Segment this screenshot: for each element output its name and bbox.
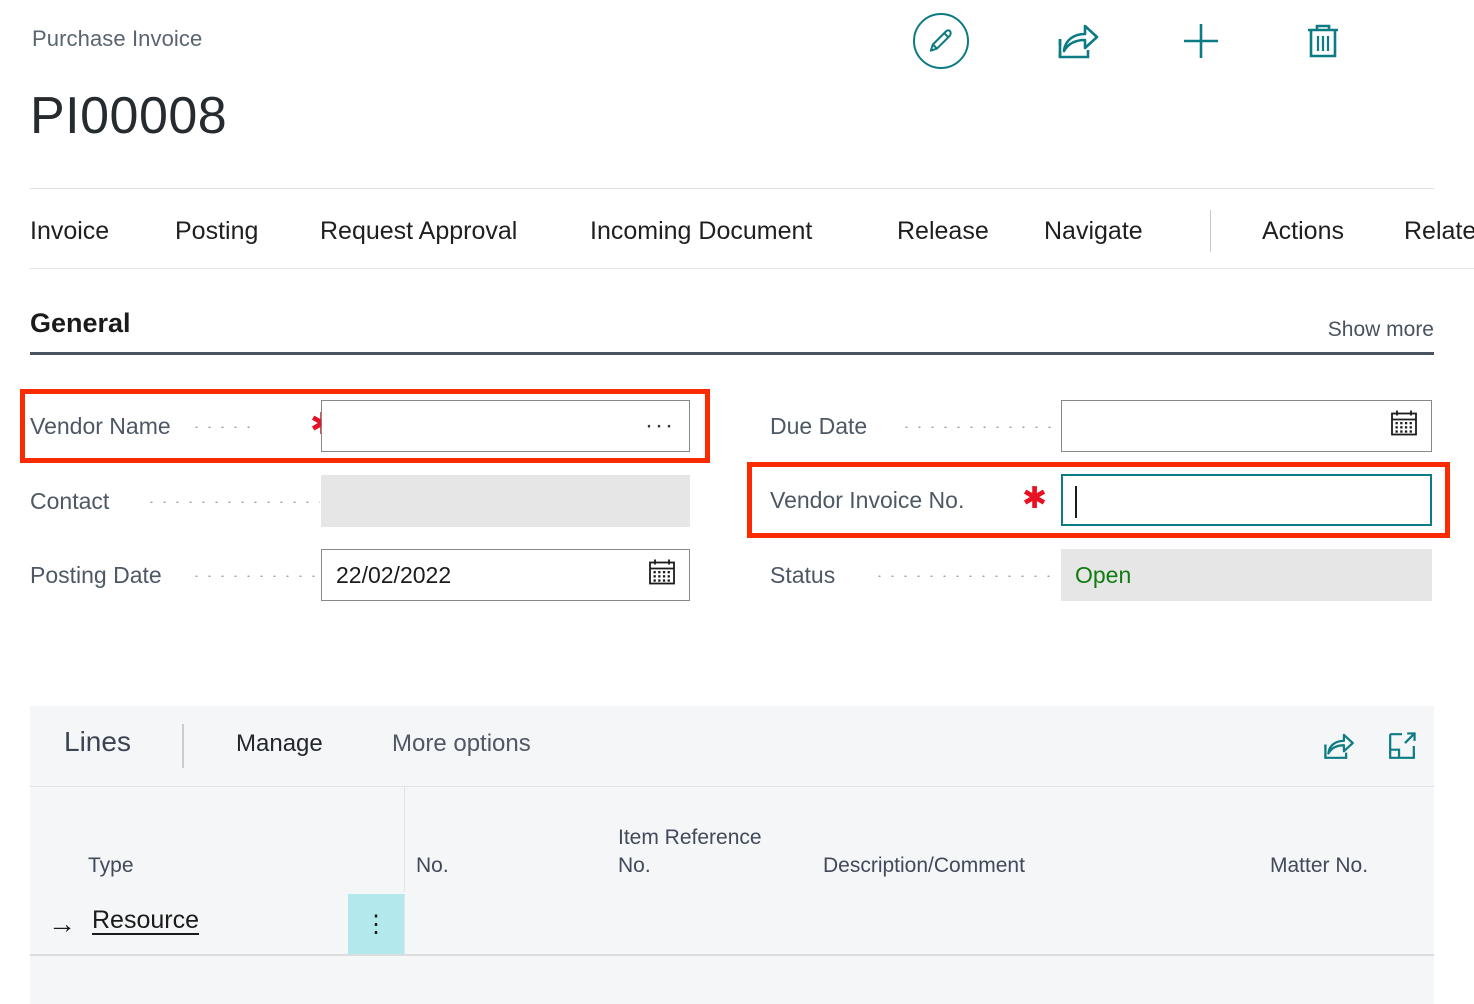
- column-header-no[interactable]: No.: [416, 852, 449, 880]
- field-status: Status Open: [770, 549, 1435, 601]
- lines-title: Lines: [64, 726, 131, 757]
- text-cursor: [1075, 486, 1077, 518]
- column-header-description-comment[interactable]: Description/Comment: [823, 852, 1025, 880]
- nav-item-incoming-document[interactable]: Incoming Document: [590, 198, 812, 264]
- document-type-label: Purchase Invoice: [32, 26, 203, 51]
- due-date-input-wrap: [1061, 400, 1432, 452]
- lines-toolbar: Lines Manage More options: [30, 706, 1434, 787]
- leader-dots: [873, 575, 1055, 577]
- navigation-divider: [30, 268, 1474, 269]
- column-divider: [404, 894, 405, 954]
- status-field: Open: [1061, 549, 1432, 601]
- share-icon[interactable]: [1318, 726, 1358, 766]
- field-posting-date: Posting Date 22/02/2022: [30, 549, 690, 601]
- edit-icon[interactable]: [906, 6, 976, 76]
- lookup-ellipsis-icon[interactable]: ···: [645, 414, 675, 438]
- column-header-item-reference-no[interactable]: Item Reference No.: [618, 824, 788, 880]
- page-title: PI00008: [30, 87, 228, 145]
- nav-item-actions[interactable]: Actions: [1262, 198, 1344, 264]
- vendor-name-label: Vendor Name: [30, 413, 171, 439]
- due-date-input[interactable]: [1061, 400, 1432, 452]
- due-date-label: Due Date: [770, 413, 868, 439]
- row-indicator-icon: →: [48, 908, 76, 939]
- lines-action-more-options[interactable]: More options: [392, 730, 531, 758]
- leader-dots: [900, 426, 1055, 428]
- empty-rows-area: [30, 956, 1434, 1004]
- navigation-bar: Invoice Posting Request Approval Incomin…: [0, 198, 1474, 268]
- nav-item-related[interactable]: Related: [1404, 198, 1474, 264]
- add-icon[interactable]: [1166, 6, 1236, 76]
- status-label: Status: [770, 562, 836, 588]
- leader-dots: [145, 501, 320, 503]
- field-contact: Contact: [30, 475, 690, 527]
- status-value-wrap: Open: [1061, 549, 1432, 601]
- calendar-icon[interactable]: [1389, 408, 1419, 444]
- contact-label: Contact: [30, 488, 110, 514]
- lines-toolbar-divider: [182, 724, 184, 768]
- nav-item-release[interactable]: Release: [897, 198, 989, 264]
- contact-input-wrap: [321, 475, 690, 527]
- nav-item-navigate[interactable]: Navigate: [1044, 198, 1143, 264]
- lines-panel: Lines Manage More options Type No. Item …: [30, 706, 1434, 1004]
- vendor-name-input[interactable]: ···: [321, 400, 690, 452]
- nav-item-invoice[interactable]: Invoice: [30, 198, 109, 264]
- open-in-new-window-icon[interactable]: [1382, 726, 1422, 766]
- posting-date-label: Posting Date: [30, 562, 162, 588]
- vendor-invoice-no-label: Vendor Invoice No.: [770, 487, 965, 513]
- required-asterisk: ✱: [1022, 482, 1048, 515]
- contact-input[interactable]: [321, 475, 690, 527]
- column-header-matter-no[interactable]: Matter No.: [1270, 852, 1368, 880]
- row-type-value[interactable]: Resource: [92, 906, 199, 935]
- nav-item-posting[interactable]: Posting: [175, 198, 258, 264]
- column-divider: [404, 787, 405, 892]
- vendor-invoice-no-input-wrap: [1061, 474, 1432, 526]
- posting-date-input-wrap: 22/02/2022: [321, 549, 690, 601]
- general-section-underline: [30, 352, 1434, 355]
- lines-table-header: Type No. Item Reference No. Description/…: [30, 787, 1434, 975]
- status-badge: Open: [1075, 561, 1132, 588]
- field-vendor-name: Vendor Name ✱ ···: [30, 400, 690, 452]
- delete-icon[interactable]: [1288, 6, 1358, 76]
- field-vendor-invoice-no: Vendor Invoice No. ✱: [770, 474, 1435, 526]
- general-section-title: General: [30, 308, 131, 338]
- nav-divider: [1210, 210, 1211, 252]
- header-divider: [30, 188, 1434, 189]
- lines-action-manage[interactable]: Manage: [236, 730, 323, 758]
- table-row[interactable]: → Resource ⋮: [30, 894, 1434, 954]
- nav-item-request-approval[interactable]: Request Approval: [320, 198, 517, 264]
- leader-dots: [190, 426, 250, 428]
- column-header-type[interactable]: Type: [88, 852, 134, 880]
- posting-date-value: 22/02/2022: [336, 561, 452, 588]
- purchase-invoice-page: Purchase Invoice PI00008 Invoice Posting…: [0, 0, 1474, 1004]
- show-more-link[interactable]: Show more: [1328, 318, 1434, 342]
- share-icon[interactable]: [1042, 6, 1112, 76]
- leader-dots: [190, 575, 320, 577]
- vertical-ellipsis-icon: ⋮: [364, 910, 388, 938]
- posting-date-input[interactable]: 22/02/2022: [321, 549, 690, 601]
- calendar-icon[interactable]: [647, 557, 677, 593]
- vendor-name-input-wrap: ···: [321, 400, 690, 452]
- row-options-button[interactable]: ⋮: [348, 894, 404, 954]
- field-due-date: Due Date: [770, 400, 1435, 452]
- vendor-invoice-no-input[interactable]: [1061, 474, 1432, 526]
